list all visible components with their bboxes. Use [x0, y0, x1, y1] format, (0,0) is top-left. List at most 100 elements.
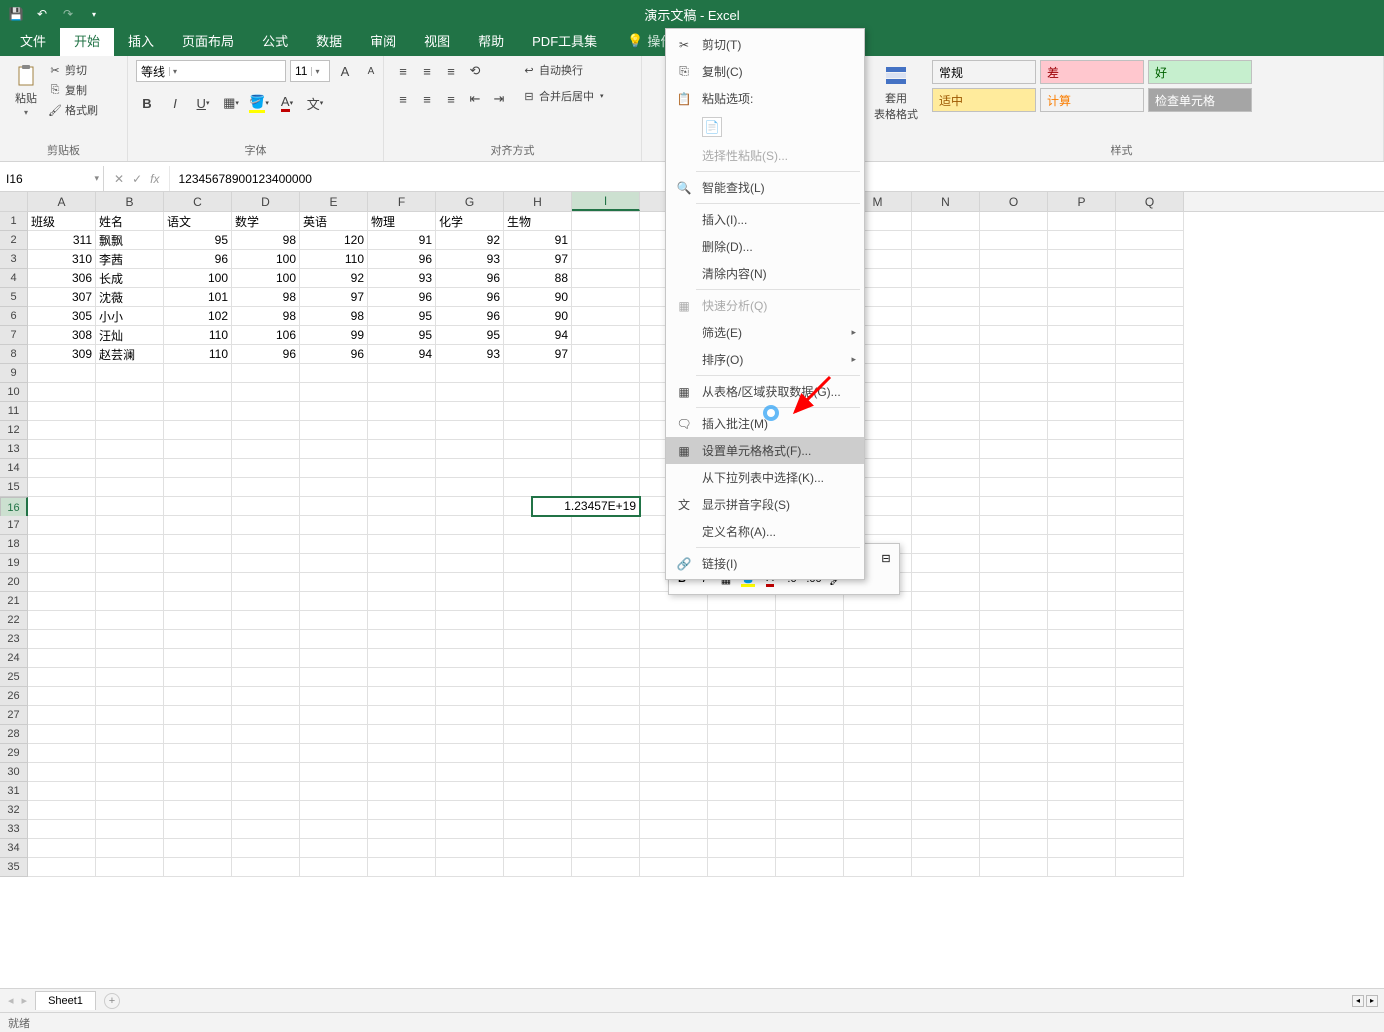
ctx-insert-comment[interactable]: 🗨插入批注(M) [666, 410, 864, 437]
tab-help[interactable]: 帮助 [464, 25, 518, 56]
cell[interactable] [28, 440, 96, 459]
cell[interactable] [504, 763, 572, 782]
cell[interactable]: 306 [28, 269, 96, 288]
cell[interactable] [504, 554, 572, 573]
cell[interactable] [1116, 212, 1184, 231]
cell[interactable]: 99 [300, 326, 368, 345]
cell[interactable] [164, 364, 232, 383]
cell[interactable]: 92 [300, 269, 368, 288]
ctx-paste-option-value[interactable]: 📄 [666, 112, 864, 142]
tab-data[interactable]: 数据 [302, 25, 356, 56]
cell[interactable] [912, 554, 980, 573]
cell[interactable] [504, 782, 572, 801]
cell[interactable] [572, 820, 640, 839]
cell[interactable] [232, 478, 300, 497]
col-header-D[interactable]: D [232, 192, 300, 211]
cell[interactable] [980, 459, 1048, 478]
cell[interactable]: 100 [232, 269, 300, 288]
cell[interactable] [368, 687, 436, 706]
row-header[interactable]: 27 [0, 706, 28, 725]
ctx-define-name[interactable]: 定义名称(A)... [666, 518, 864, 545]
cell[interactable] [504, 820, 572, 839]
cell[interactable]: 102 [164, 307, 232, 326]
cell[interactable] [776, 687, 844, 706]
cell[interactable] [300, 421, 368, 440]
cell[interactable] [300, 402, 368, 421]
cell[interactable] [844, 782, 912, 801]
col-header-H[interactable]: H [504, 192, 572, 211]
bold-button[interactable]: B [136, 92, 158, 114]
cell[interactable] [708, 763, 776, 782]
cell[interactable] [96, 763, 164, 782]
cell[interactable] [28, 725, 96, 744]
cell[interactable] [1116, 421, 1184, 440]
cell[interactable] [912, 269, 980, 288]
cell[interactable] [96, 744, 164, 763]
cell[interactable] [844, 820, 912, 839]
cell[interactable] [912, 516, 980, 535]
cell[interactable] [640, 611, 708, 630]
cell[interactable] [28, 858, 96, 877]
cell[interactable]: 120 [300, 231, 368, 250]
cell[interactable] [572, 687, 640, 706]
cell[interactable] [96, 801, 164, 820]
cell[interactable] [1048, 326, 1116, 345]
cell[interactable] [912, 535, 980, 554]
cell[interactable] [844, 801, 912, 820]
cell[interactable] [980, 820, 1048, 839]
cell[interactable] [1116, 763, 1184, 782]
cell[interactable] [164, 383, 232, 402]
cell[interactable] [572, 383, 640, 402]
cell[interactable] [96, 440, 164, 459]
cell[interactable] [1116, 611, 1184, 630]
cell[interactable] [300, 725, 368, 744]
cell[interactable] [1116, 478, 1184, 497]
cell[interactable]: 305 [28, 307, 96, 326]
cell[interactable]: 110 [164, 345, 232, 364]
cell[interactable] [572, 611, 640, 630]
ctx-show-pinyin[interactable]: 文显示拼音字段(S) [666, 491, 864, 518]
cell[interactable] [844, 611, 912, 630]
cell[interactable] [572, 269, 640, 288]
cell[interactable] [368, 725, 436, 744]
cell[interactable] [572, 858, 640, 877]
cell[interactable] [980, 478, 1048, 497]
cell[interactable] [1048, 668, 1116, 687]
col-header-I[interactable]: I [572, 192, 640, 211]
cell[interactable] [980, 516, 1048, 535]
cell[interactable] [1116, 782, 1184, 801]
cut-button[interactable]: ✂剪切 [48, 60, 98, 80]
row-header[interactable]: 21 [0, 592, 28, 611]
align-left-icon[interactable]: ≡ [392, 88, 414, 110]
cell[interactable] [1116, 554, 1184, 573]
cell[interactable] [164, 858, 232, 877]
cell[interactable] [1048, 231, 1116, 250]
cell[interactable]: 91 [368, 231, 436, 250]
cell[interactable] [980, 668, 1048, 687]
wrap-text-button[interactable]: ↩自动换行 [522, 60, 604, 80]
cell[interactable] [572, 592, 640, 611]
cell[interactable] [1048, 611, 1116, 630]
cell[interactable] [640, 763, 708, 782]
row-header[interactable]: 12 [0, 421, 28, 440]
cell[interactable] [28, 592, 96, 611]
cell[interactable] [1116, 345, 1184, 364]
cell[interactable] [912, 630, 980, 649]
ctx-get-data-from-table[interactable]: ▦从表格/区域获取数据(G)... [666, 378, 864, 405]
cell[interactable] [1048, 725, 1116, 744]
cell[interactable] [708, 687, 776, 706]
cell[interactable] [776, 649, 844, 668]
cell[interactable] [232, 421, 300, 440]
cell[interactable] [980, 611, 1048, 630]
cell[interactable]: 311 [28, 231, 96, 250]
cell[interactable] [776, 801, 844, 820]
cell[interactable] [96, 364, 164, 383]
cell[interactable] [1116, 573, 1184, 592]
cell[interactable] [300, 364, 368, 383]
cell[interactable] [96, 383, 164, 402]
col-header-Q[interactable]: Q [1116, 192, 1184, 211]
cell[interactable] [232, 383, 300, 402]
cell[interactable] [28, 535, 96, 554]
cell[interactable]: 310 [28, 250, 96, 269]
cell[interactable] [28, 839, 96, 858]
